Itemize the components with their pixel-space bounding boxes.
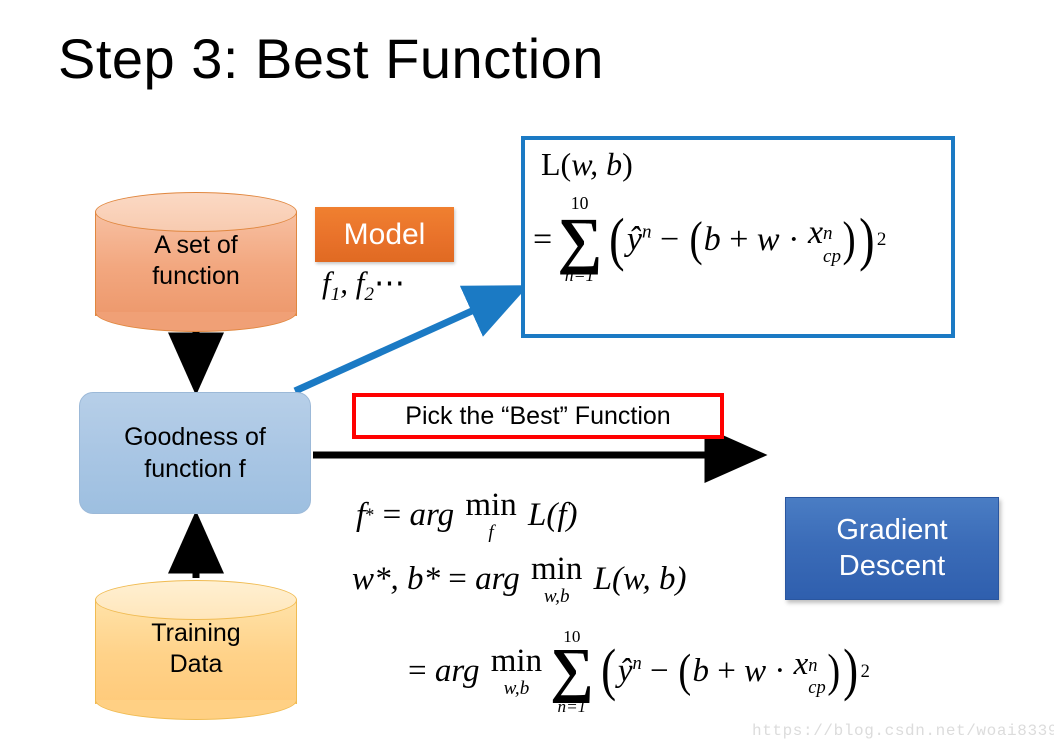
model-f2: f2: [355, 265, 374, 306]
eq3-x-cp: x n cp: [793, 646, 826, 697]
loss-function-box[interactable]: L(w, b) = 10 ∑ n=1 ( ŷn − ( b + w · x n cp…: [521, 136, 955, 338]
eq3-argmin: min w,b: [490, 642, 543, 699]
loss-close-paren: ): [622, 146, 633, 182]
pick-best-function-label[interactable]: Pick the “Best” Function: [352, 393, 724, 439]
eq3-equals: =: [408, 652, 427, 689]
node-function-set[interactable]: A set of function: [95, 192, 297, 334]
loss-vars: w, b: [571, 146, 623, 182]
y-hat: ŷn: [626, 220, 652, 258]
comma-separator: ,: [340, 265, 356, 300]
eq3-inner-open-paren: (: [678, 645, 692, 697]
eq3-min-under: w,b: [503, 677, 530, 699]
eq1-min: min: [465, 487, 517, 523]
eq1-star: *: [365, 505, 375, 526]
eq1-min-under: f: [488, 522, 494, 543]
eq2-min: min: [531, 551, 583, 587]
eq3-minus-operator: −: [650, 652, 669, 689]
eq3-sigma-glyph: ∑: [550, 637, 594, 705]
equation-w-b-star: w*, b* = arg min w,b L(w, b): [352, 551, 687, 607]
eq3-inner-close-paren: ): [827, 645, 840, 697]
x-cp: x n cp: [807, 213, 841, 267]
node-goodness-line2: function f: [144, 455, 246, 483]
page-title: Step 3: Best Function: [58, 27, 604, 90]
eq2-argmin: min w,b: [531, 551, 583, 607]
pick-best-function-text: Pick the “Best” Function: [405, 401, 671, 430]
eq2-loss: L(w, b): [593, 561, 687, 598]
model-badge-label: Model: [343, 217, 426, 251]
eq3-outer-open-paren: (: [600, 639, 616, 703]
eq1-arg: arg: [409, 497, 455, 534]
bias-b: b: [703, 220, 721, 258]
minus-operator: −: [659, 220, 680, 258]
watermark-url: https://blog.csdn.net/woai8339: [752, 722, 1054, 740]
eq3-y-hat: ŷn: [617, 652, 642, 689]
node-function-set-line2: function: [152, 262, 240, 291]
eq3-weight-w: w: [744, 652, 767, 689]
eq3-arg: arg: [434, 652, 480, 689]
square-exponent: 2: [876, 228, 887, 250]
model-f1: f1: [322, 265, 341, 306]
node-goodness-line1: Goodness of: [124, 422, 266, 451]
eq3-plus-operator: +: [717, 652, 736, 689]
eq3-sum-lower-limit: n=1: [557, 696, 587, 716]
outer-close-paren: ): [859, 205, 875, 272]
loss-L: L(: [541, 146, 572, 182]
node-training-data[interactable]: Training Data: [95, 580, 297, 722]
node-training-data-line2: Data: [169, 650, 223, 679]
cylinder-top-ellipse: [95, 192, 297, 232]
plus-operator: +: [729, 220, 749, 258]
weight-w: w: [756, 220, 780, 258]
eq3-outer-close-paren: ): [843, 639, 859, 703]
sum-lower-limit: n=1: [564, 264, 595, 285]
eq3-min: min: [490, 642, 543, 679]
sigma-glyph: ∑: [557, 204, 603, 275]
dot-operator: ·: [788, 220, 800, 258]
equation-expanded-loss: = arg min w,b 10 ∑ n=1 ( ŷn − ( b + w · …: [408, 628, 870, 715]
gradient-descent-label: Gradient Descent: [836, 513, 947, 584]
gradient-descent-line1: Gradient: [836, 514, 948, 547]
summation-symbol: 10 ∑ n=1: [557, 194, 603, 285]
inner-close-paren: ): [842, 212, 856, 266]
gradient-descent-line2: Descent: [838, 549, 946, 582]
node-function-set-label: A set of function: [95, 230, 297, 293]
outer-open-paren: (: [609, 205, 625, 272]
model-badge[interactable]: Model: [315, 207, 454, 262]
eq2-equals: =: [448, 561, 467, 598]
loss-function-line2: = 10 ∑ n=1 ( ŷn − ( b + w · x n cp ) ) 2: [533, 194, 887, 285]
eq2-arg: arg: [475, 561, 520, 598]
cylinder-top-ellipse: [95, 580, 297, 620]
slide-canvas: Step 3: Best Function A set of function: [0, 0, 1054, 756]
inner-open-paren: (: [689, 212, 703, 266]
eq1-loss: L(f): [528, 497, 578, 534]
node-function-set-line1: A set of: [154, 231, 238, 259]
model-ellipsis: ⋯: [373, 265, 406, 300]
gradient-descent-box[interactable]: Gradient Descent: [785, 497, 999, 600]
equation-f-star: f * = arg min f L(f): [356, 487, 578, 543]
loss-equals: =: [533, 220, 553, 258]
node-training-data-label: Training Data: [95, 618, 297, 681]
loss-function-line1: L(w, b): [541, 146, 633, 183]
eq1-argmin: min f: [465, 487, 517, 543]
node-goodness-label: Goodness of function f: [124, 421, 266, 486]
node-goodness-of-function[interactable]: Goodness of function f: [79, 392, 311, 514]
eq2-lhs: w*, b*: [352, 561, 441, 598]
model-function-list: f1, f2⋯: [322, 265, 406, 306]
eq1-f: f: [356, 497, 366, 534]
node-training-data-line1: Training: [151, 619, 241, 647]
eq3-bias-b: b: [692, 652, 709, 689]
eq3-square-exponent: 2: [860, 660, 870, 681]
eq1-equals: =: [382, 497, 402, 534]
eq2-min-under: w,b: [543, 586, 570, 607]
eq3-summation-symbol: 10 ∑ n=1: [550, 628, 594, 715]
eq3-dot-operator: ·: [774, 652, 786, 689]
